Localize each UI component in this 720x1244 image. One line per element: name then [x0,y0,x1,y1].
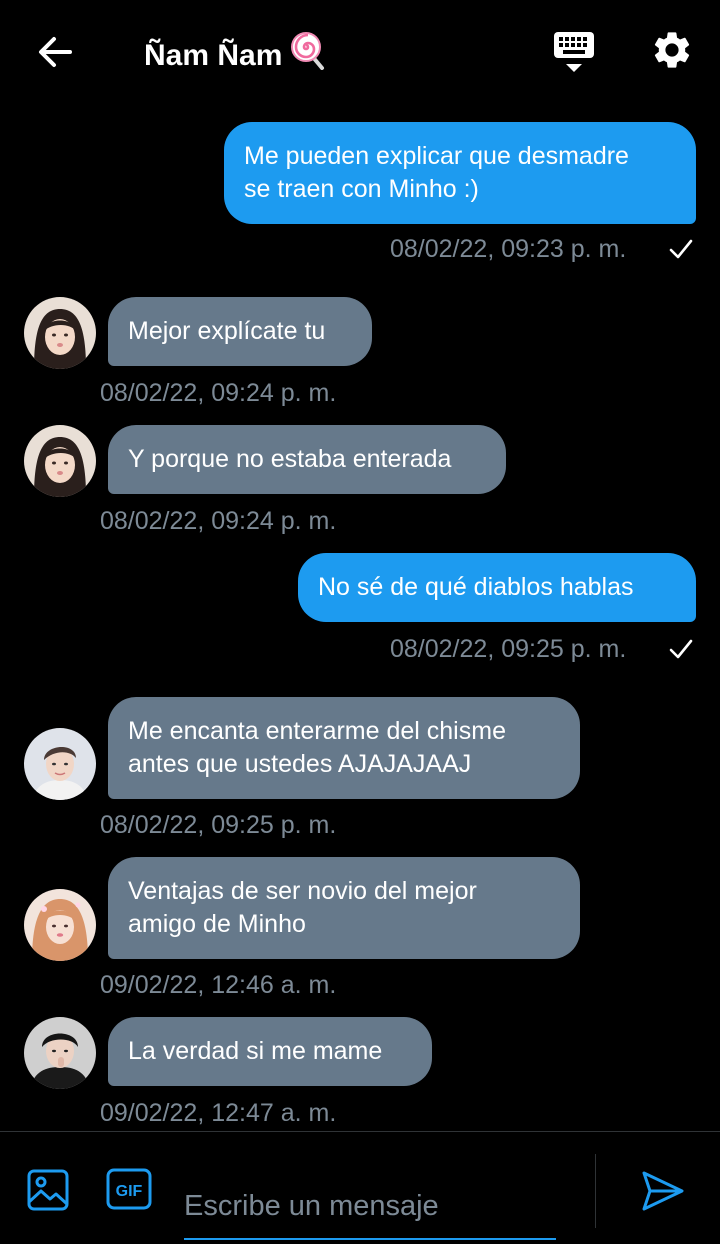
send-icon[interactable] [640,1168,686,1214]
message-text-line: La verdad si me mame [128,1037,383,1065]
message-timestamp: 08/02/22, 09:25 p. m. [100,811,337,839]
lollipop-icon [290,30,328,81]
message-timestamp: 08/02/22, 09:25 p. m. [390,635,627,663]
conversation-title-text: Ñam Ñam [144,38,283,72]
message-text-line: Ventajas de ser novio del mejor [128,877,477,905]
outgoing-message-bubble[interactable]: No sé de qué diablos hablas [298,553,696,622]
message-text-line: amigo de Minho [128,910,306,938]
incoming-message-bubble[interactable]: Ventajas de ser novio del mejor amigo de… [108,857,580,959]
chat-header: Ñam Ñam [0,0,720,100]
avatar-boy-2[interactable] [24,1017,96,1089]
incoming-message-bubble[interactable]: Me encanta enterarme del chisme antes qu… [108,697,580,799]
message-text-line: No sé de qué diablos hablas [318,573,634,601]
message-text-line: antes que ustedes AJAJAJAAJ [128,750,472,778]
incoming-message-bubble[interactable]: Y porque no estaba enterada [108,425,506,494]
back-arrow-icon[interactable] [34,30,78,74]
message-composer: GIF [0,1131,720,1244]
avatar-girl-1[interactable] [24,425,96,497]
message-timestamp: 09/02/22, 12:46 a. m. [100,971,337,999]
message-timestamp: 08/02/22, 09:24 p. m. [100,379,337,407]
message-text-line: Mejor explícate tu [128,317,326,345]
read-check-icon [668,236,694,262]
avatar-girl-2[interactable] [24,889,96,961]
keyboard-icon[interactable] [552,28,600,76]
message-text-line: se traen con Minho :) [244,175,479,203]
composer-divider [595,1154,596,1228]
read-check-icon [668,636,694,662]
message-text-line: Y porque no estaba enterada [128,445,452,473]
settings-gear-icon[interactable] [650,28,694,72]
incoming-message-bubble[interactable]: La verdad si me mame [108,1017,432,1086]
gif-label: GIF [116,1183,143,1200]
avatar-girl-1[interactable] [24,297,96,369]
message-text-line: Me pueden explicar que desmadre [244,142,629,170]
image-icon[interactable] [26,1168,70,1212]
message-timestamp: 09/02/22, 12:47 a. m. [100,1099,337,1127]
conversation-title[interactable]: Ñam Ñam [144,30,328,81]
message-timestamp: 08/02/22, 09:24 p. m. [100,507,337,535]
message-timestamp: 08/02/22, 09:23 p. m. [390,235,627,263]
gif-icon[interactable]: GIF [106,1168,152,1210]
message-input[interactable] [184,1160,556,1240]
incoming-message-bubble[interactable]: Mejor explícate tu [108,297,372,366]
outgoing-message-bubble[interactable]: Me pueden explicar que desmadre se traen… [224,122,696,224]
avatar-boy-1[interactable] [24,728,96,800]
message-text-line: Me encanta enterarme del chisme [128,717,506,745]
